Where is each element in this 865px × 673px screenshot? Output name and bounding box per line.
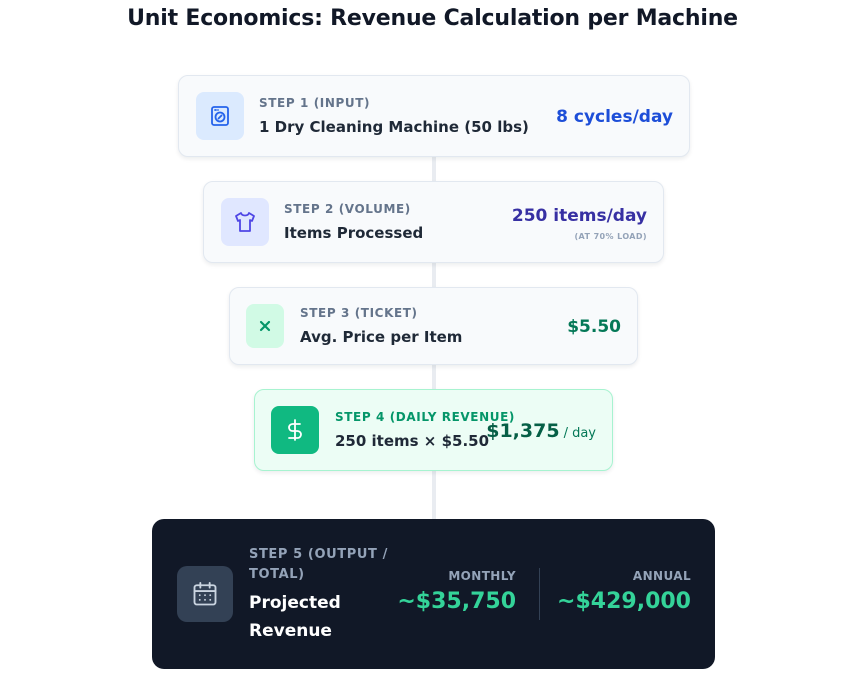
multiply-icon [246,304,284,348]
output-card: STEP 5 (OUTPUT / TOTAL) Projected Revenu… [152,519,715,669]
step-card-input: STEP 1 (INPUT) 1 Dry Cleaning Machine (5… [178,75,690,157]
monthly-value: ~$35,750 [397,589,516,614]
step-card-ticket: STEP 3 (TICKET) Avg. Price per Item $5.5… [229,287,638,365]
monthly-metric: MONTHLY ~$35,750 [397,569,516,614]
shirt-icon [221,198,269,246]
page: Unit Economics: Revenue Calculation per … [0,0,865,673]
step-description: Items Processed [284,224,424,242]
annual-label: ANNUAL [632,569,691,583]
step-value: 250 items/day [511,206,647,226]
monthly-label: MONTHLY [448,569,516,583]
annual-metric: ANNUAL ~$429,000 [557,569,691,614]
daily-revenue-value: $1,375 [486,420,560,442]
daily-revenue-unit: / day [563,426,596,441]
output-description: Projected Revenue [249,593,341,641]
step-card-daily-revenue: STEP 4 (DAILY REVENUE) 250 items × $5.50… [254,389,613,471]
annual-value: ~$429,000 [557,589,691,614]
step-label: STEP 2 (VOLUME) [284,202,411,216]
step-description: Avg. Price per Item [300,328,463,346]
washing-machine-icon [196,92,244,140]
page-title: Unit Economics: Revenue Calculation per … [127,6,738,31]
step-card-volume: STEP 2 (VOLUME) Items Processed 250 item… [203,181,664,263]
output-label: STEP 5 (OUTPUT / TOTAL) [249,547,388,582]
step-value: $5.50 [567,317,621,337]
step-value: 8 cycles/day [556,107,673,127]
metric-divider [539,568,540,620]
step-note: (AT 70% LOAD) [574,232,647,241]
step-description: 1 Dry Cleaning Machine (50 lbs) [259,118,529,136]
dollar-icon [271,406,319,454]
step-description: 250 items × $5.50 [335,432,490,450]
step-label: STEP 1 (INPUT) [259,96,371,110]
step-value: $1,375/ day [486,420,596,442]
calendar-icon [177,566,233,622]
step-label: STEP 3 (TICKET) [300,306,418,320]
